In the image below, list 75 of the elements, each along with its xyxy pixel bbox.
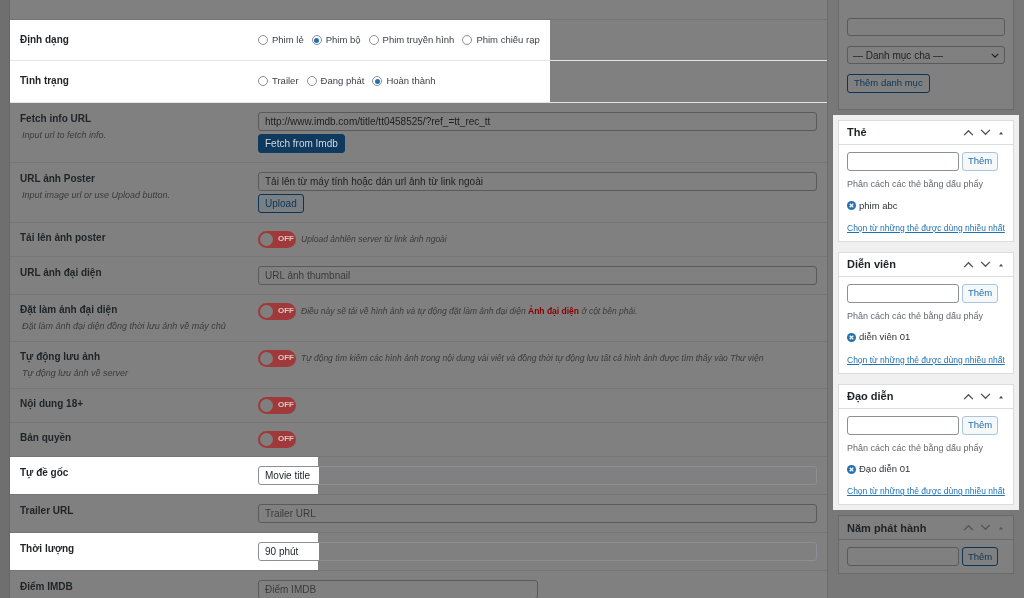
action-button[interactable]: Fetch from Imdb — [258, 133, 345, 153]
tag-input[interactable] — [847, 152, 959, 171]
text-field[interactable]: Điểm IMDB — [258, 579, 538, 598]
most-used-tags-link[interactable]: Chọn từ những thẻ được dùng nhiều nhất — [847, 353, 1005, 366]
text-field[interactable]: 90 phút — [258, 541, 817, 561]
tag-input[interactable] — [847, 547, 959, 567]
toggle-hint: Upload ảnhlên server từ link ảnh ngoài — [301, 232, 447, 246]
radio-option[interactable]: Trailer — [258, 74, 299, 89]
hint-text: Phân cách các thẻ bằng dấu phẩy — [847, 441, 985, 455]
radio-option[interactable]: Phim truyền hình — [368, 33, 455, 48]
text-field[interactable] — [847, 18, 1005, 36]
add-category-button[interactable]: Thêm danh mục — [847, 74, 930, 93]
field-description: Đặt làm ảnh đại diện đồng thời lưu ảnh về máy chủ — [21, 319, 227, 333]
field-description: Tự động lưu ảnh về server — [21, 366, 130, 380]
text-field[interactable]: Movie title — [258, 465, 817, 485]
add-tag-button[interactable]: Thêm — [962, 415, 999, 435]
tag-label: phim abc — [859, 198, 898, 213]
field-label: Tải lên ảnh poster — [20, 230, 107, 244]
field-label: URL ảnh đại diện — [20, 265, 103, 279]
add-tag-button[interactable]: Thêm — [962, 283, 999, 303]
chevron-down-icon[interactable] — [980, 129, 991, 136]
hint-text: Phân cách các thẻ bằng dấu phẩy — [847, 178, 985, 191]
field-description: Input image url or use Upload button. — [21, 188, 172, 202]
add-tag-button[interactable]: Thêm — [962, 152, 999, 171]
chevron-up-icon[interactable] — [963, 392, 974, 400]
chevron-down-icon[interactable] — [980, 392, 991, 400]
panel-title: Thẻ — [847, 125, 867, 141]
text-field[interactable]: http://www.imdb.com/title/tt0458525/?ref_=tt_rec_tt — [258, 111, 817, 131]
remove-tag-icon[interactable] — [847, 201, 856, 211]
radio-option[interactable]: Phim bộ — [311, 33, 361, 48]
text-field[interactable]: Tải lên từ máy tính hoặc dán url ảnh từ link ngoài — [258, 171, 817, 191]
hint-text: Phân cách các thẻ bằng dấu phẩy — [847, 309, 985, 323]
field-label: Tình trạng — [20, 74, 70, 88]
field-label: URL ảnh Poster — [20, 171, 96, 185]
parent-category-dropdown[interactable]: — Danh mục cha — — [847, 46, 1005, 64]
panel-title: Đạo diễn — [847, 388, 894, 405]
toggle-switch[interactable]: OFF — [258, 230, 296, 248]
field-label: Thời lượng — [20, 541, 76, 555]
toggle-switch[interactable]: OFF — [258, 349, 296, 367]
toggle-switch[interactable]: OFF — [258, 302, 296, 320]
triangle-up-icon[interactable] — [997, 129, 1005, 136]
radio-option[interactable]: Phim chiếu rạp — [462, 33, 540, 48]
field-label: Nội dung 18+ — [20, 396, 85, 410]
most-used-tags-link[interactable]: Chọn từ những thẻ được dùng nhiều nhất — [847, 221, 1005, 234]
chevron-down-icon[interactable] — [980, 260, 991, 268]
panel-title: Diễn viên — [847, 257, 896, 272]
field-label: Tự động lưu ảnh — [20, 349, 102, 363]
toggle-switch[interactable]: OFF — [258, 430, 296, 448]
tag-label: diễn viên 01 — [859, 330, 911, 345]
field-label: Định dạng — [20, 33, 70, 46]
field-description: Input url to fetch info. — [21, 128, 108, 142]
add-tag-button[interactable]: Thêm — [962, 547, 999, 567]
field-label: Fetch info URL — [20, 111, 93, 125]
field-label: Trailer URL — [20, 503, 75, 517]
panel-title: Năm phát hành — [847, 520, 927, 536]
radio-option[interactable]: Phim lẻ — [258, 33, 304, 48]
tag-input[interactable] — [847, 283, 959, 303]
tag-input[interactable] — [847, 415, 959, 435]
remove-tag-icon[interactable] — [847, 464, 856, 474]
chevron-up-icon[interactable] — [963, 260, 974, 268]
radio-option[interactable]: Đang phát — [306, 74, 365, 89]
remove-tag-icon[interactable] — [847, 332, 856, 342]
action-button[interactable]: Upload — [258, 193, 304, 213]
chevron-down-icon[interactable] — [991, 52, 999, 58]
chevron-up-icon[interactable] — [963, 129, 974, 136]
field-label: Tự đề gốc — [20, 465, 70, 479]
most-used-tags-link[interactable]: Chọn từ những thẻ được dùng nhiều nhất — [847, 485, 1005, 498]
radio-option[interactable]: Hoàn thành — [372, 74, 436, 89]
tag-label: Đạo diễn 01 — [859, 462, 911, 476]
text-field[interactable]: URL ảnh thumbnail — [258, 265, 817, 285]
field-label: Bản quyền — [20, 430, 73, 444]
text-field[interactable]: Trailer URL — [258, 503, 817, 523]
field-label: Đặt làm ảnh đại diện — [20, 302, 119, 316]
toggle-switch[interactable]: OFF — [258, 396, 296, 414]
field-label: Điểm IMDB — [20, 579, 74, 593]
